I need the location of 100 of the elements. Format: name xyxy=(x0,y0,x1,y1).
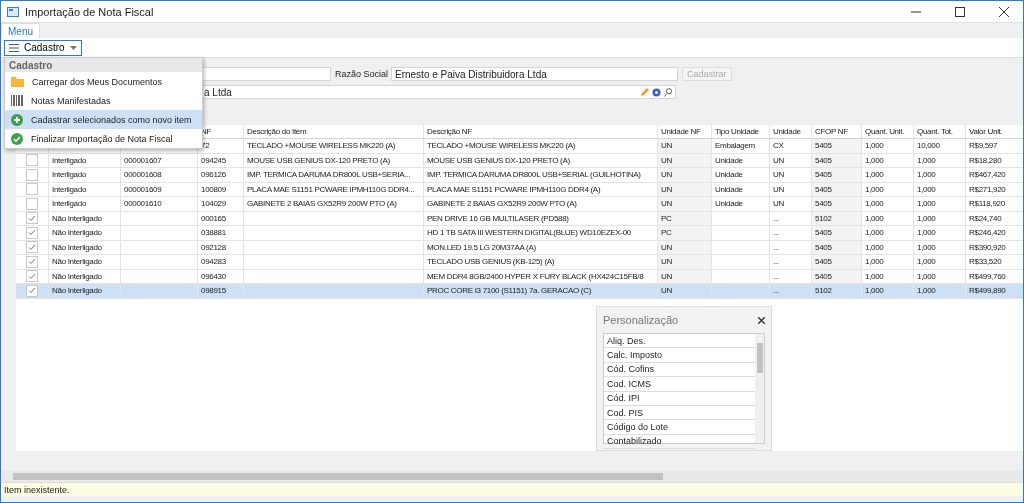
field-list-item[interactable]: Contabilizado xyxy=(607,436,662,447)
field-list-item[interactable]: Cód. IPI xyxy=(607,393,640,404)
caret-icon xyxy=(69,45,77,50)
table-cell: TECLADO USB GENIUS (KB-125) (A) xyxy=(427,257,555,267)
scrollbar-thumb[interactable] xyxy=(13,473,663,480)
table-cell: 5405 xyxy=(815,155,832,165)
table-cell: R$499,890 xyxy=(969,286,1006,296)
table-cell: Unidade xyxy=(715,155,743,165)
table-cell: UN xyxy=(661,286,672,296)
table-cell: Unidade xyxy=(715,199,743,209)
table-cell: PLACA MAE S1151 PCWARE IPMH110G DDR4... xyxy=(247,184,415,194)
column-header[interactable]: Quant. Unit. xyxy=(862,125,914,138)
field-list-item[interactable]: Cod. ICMS xyxy=(607,378,651,389)
table-cell: R$390,920 xyxy=(969,242,1006,252)
table-cell: 1,000 xyxy=(917,184,936,194)
table-cell: 092128 xyxy=(201,242,226,252)
table-cell: 5102 xyxy=(815,286,832,296)
close-icon[interactable] xyxy=(758,316,765,324)
table-cell: 000165 xyxy=(201,213,226,223)
close-icon[interactable] xyxy=(999,6,1009,17)
field-list-item[interactable]: Cod. PIS xyxy=(607,407,644,418)
table-cell: R$33,520 xyxy=(969,257,1002,267)
table-cell: UN xyxy=(661,271,672,281)
table-cell: 5405 xyxy=(815,257,832,267)
row-checkbox[interactable] xyxy=(26,168,38,181)
table-cell: MON.LED 19.5 LG 20M37AA (A) xyxy=(427,242,536,252)
table-cell: R$118,920 xyxy=(969,199,1005,209)
row-checkbox[interactable] xyxy=(26,183,38,196)
column-header[interactable]: Quant. Tot. xyxy=(914,125,966,138)
field-list-item[interactable]: Aliq. Des. xyxy=(607,335,646,346)
barcode-icon xyxy=(11,95,23,106)
column-header[interactable]: Descrição NF xyxy=(424,125,658,138)
column-header[interactable]: Tipo Unidade xyxy=(712,125,770,138)
scrollbar-thumb[interactable] xyxy=(756,343,763,373)
plus-circle-icon xyxy=(11,113,23,126)
table-cell: GABINETE 2 BAIAS GX52R9 200W PTO (A) xyxy=(247,199,397,209)
table-cell: 1,000 xyxy=(865,257,884,267)
table-cell: 000001610 xyxy=(124,199,162,209)
table-cell: 5405 xyxy=(815,242,832,252)
column-header[interactable]: Unidade NF xyxy=(658,125,712,138)
table-cell: Não Interligado xyxy=(52,271,102,281)
table-cell: 1,000 xyxy=(917,271,936,281)
table-cell: Unidade xyxy=(715,184,743,194)
row-checkbox[interactable] xyxy=(26,226,38,239)
row-checkbox[interactable] xyxy=(26,197,38,210)
row-checkbox[interactable] xyxy=(26,284,38,297)
table-cell: Interligado xyxy=(52,184,87,194)
field-list-item[interactable]: Cód. Cofins xyxy=(607,364,655,375)
column-header[interactable]: Unidade xyxy=(770,125,812,138)
table-cell: UN xyxy=(773,155,784,165)
search-icon[interactable] xyxy=(664,87,672,97)
row-checkbox[interactable] xyxy=(26,270,38,283)
row-checkbox[interactable] xyxy=(26,154,38,167)
circle-icon[interactable] xyxy=(652,87,661,97)
column-header[interactable]: Valor Unit. xyxy=(966,125,1023,138)
cadastro-dropdown-button[interactable]: Cadastro xyxy=(4,39,82,56)
table-cell: PC xyxy=(661,213,672,223)
table-cell: 5102 xyxy=(815,213,832,223)
row-checkbox[interactable] xyxy=(26,255,38,268)
column-header[interactable]: Descrição do Item xyxy=(244,125,424,138)
table-cell: 1,000 xyxy=(917,228,936,238)
table-cell: 1,000 xyxy=(865,213,884,223)
check-circle-icon xyxy=(11,132,23,145)
column-header[interactable]: CFOP NF xyxy=(812,125,862,138)
maximize-icon[interactable] xyxy=(955,6,965,17)
table-cell: ... xyxy=(773,228,779,238)
field-list-item[interactable]: Calc. Imposto xyxy=(607,350,663,361)
table-cell: 5405 xyxy=(815,170,832,180)
row-checkbox[interactable] xyxy=(26,241,38,254)
menu-item[interactable]: Cadastrar selecionados como novo item xyxy=(5,110,202,129)
table-cell: Não Interligado xyxy=(52,213,102,223)
table-cell: R$246,420 xyxy=(969,228,1006,238)
razao-social-field[interactable]: Ernesto e Paiva Distribuidora Ltda xyxy=(391,67,678,81)
table-cell: R$271,920 xyxy=(969,184,1006,194)
table-cell: 100809 xyxy=(201,184,226,194)
table-cell: Interligado xyxy=(52,155,87,165)
table-cell: UN xyxy=(773,184,784,194)
table-cell: 5405 xyxy=(815,228,832,238)
table-cell: R$24,740 xyxy=(969,213,1002,223)
table-cell: 1,000 xyxy=(917,213,936,223)
status-text: Item inexistente. xyxy=(4,484,70,495)
menu-icon xyxy=(9,43,19,52)
row-checkbox[interactable] xyxy=(26,212,38,225)
table-cell: 5405 xyxy=(815,184,832,194)
table-cell: Unidade xyxy=(715,170,743,180)
table-cell: UN xyxy=(661,199,672,209)
table-cell: ... xyxy=(773,257,779,267)
table-cell: R$499,760 xyxy=(969,271,1006,281)
menu-tab[interactable]: Menu xyxy=(1,23,40,38)
table-cell: IMP. TERMICA DARUMA DR800L USB+SERIAL (GUILHOTINA) xyxy=(427,170,641,180)
table-cell: 000001609 xyxy=(124,184,162,194)
table-cell: 104029 xyxy=(201,199,226,209)
table-cell: 1,000 xyxy=(917,286,936,296)
field-list-item[interactable]: Código do Lote xyxy=(607,422,669,433)
table-cell: GABINETE 2 BAIAS GX52R9 200W PTO (A) xyxy=(427,199,577,209)
table-cell: MOUSE USB GENIUS DX-120 PRETO (A) xyxy=(427,155,570,165)
table-cell: MEM DDR4 8GB/2400 HYPER X FURY BLACK (HX424C15FB/8 xyxy=(427,271,644,281)
table-cell: 1,000 xyxy=(917,257,936,267)
table-cell: ... xyxy=(773,286,779,296)
table-cell: R$18,280 xyxy=(969,155,1002,165)
